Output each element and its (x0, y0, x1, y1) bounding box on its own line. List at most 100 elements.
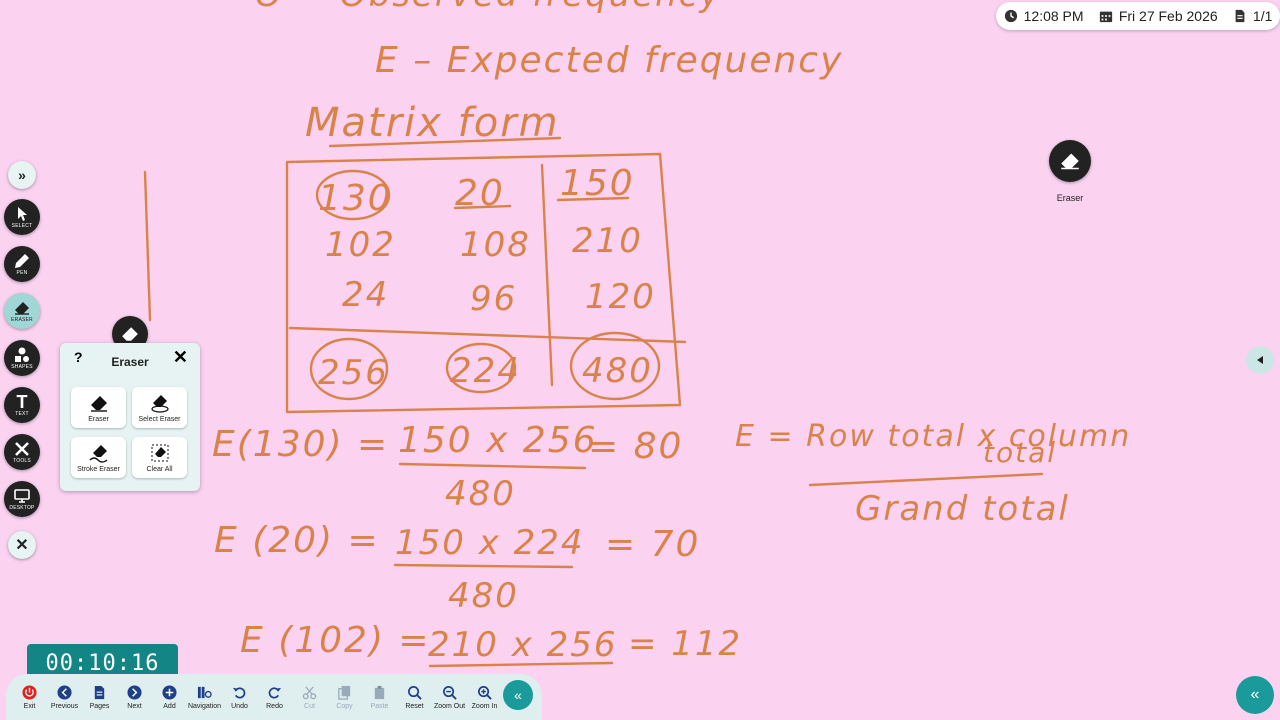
cell-r2c3: 210 (572, 221, 643, 261)
eraser-icon (122, 327, 138, 341)
navigation-label: Navigation (187, 702, 222, 710)
undo-button[interactable]: Undo (222, 685, 257, 710)
tool-select-label: SELECT (11, 222, 33, 229)
clock-icon (1004, 9, 1017, 23)
calc2-result: = 70 (605, 524, 700, 565)
reset-zoom-button[interactable]: Reset (397, 685, 432, 710)
pages-button[interactable]: Pages (82, 685, 117, 710)
right-panel-toggle[interactable] (1246, 346, 1274, 374)
navigation-icon (197, 686, 212, 698)
tool-shapes-label: SHAPES (11, 363, 33, 370)
zoom-in-label: Zoom In (471, 702, 498, 710)
collapse-bottom-toolbar-button[interactable]: « (503, 680, 533, 710)
active-tool-label: Eraser (1056, 193, 1084, 203)
clear-all-icon (151, 444, 168, 461)
paste-label: Paste (370, 702, 389, 710)
tool-text[interactable]: T TEXT (4, 387, 40, 423)
eraser-option-stroke[interactable]: Stroke Eraser (71, 437, 126, 478)
cut-button[interactable]: Cut (292, 685, 327, 710)
formula-numerator-2: total (983, 436, 1057, 469)
total-grand: 480 (582, 351, 653, 391)
redo-icon (268, 686, 282, 698)
previous-label: Previous (50, 702, 79, 710)
line-observed: O = Observed frequency (255, 0, 722, 15)
copy-label: Copy (336, 702, 353, 710)
zoom-in-icon (478, 685, 492, 700)
redo-button[interactable]: Redo (257, 685, 292, 710)
magnifier-reset-icon (408, 685, 422, 700)
eraser-option-clear-all[interactable]: Clear All (132, 437, 187, 478)
stroke-eraser-icon (89, 444, 107, 463)
previous-button[interactable]: Previous (47, 684, 82, 710)
undo-icon (232, 686, 246, 698)
tool-shapes[interactable]: SHAPES (4, 340, 40, 376)
calc2-numerator: 150 x 224 (395, 523, 585, 563)
exit-button[interactable]: Exit (12, 684, 47, 710)
calc3-result: = 112 (628, 624, 742, 664)
paste-button[interactable]: Paste (362, 685, 397, 710)
copy-icon (338, 685, 351, 700)
active-tool-indicator[interactable] (1049, 140, 1091, 182)
calc1-denominator: 480 (445, 474, 516, 514)
navigation-button[interactable]: Navigation (187, 685, 222, 710)
tool-tools-label: TOOLS (13, 457, 31, 464)
redo-label: Redo (266, 702, 283, 710)
tool-pen[interactable]: PEN (4, 246, 40, 282)
arrow-left-circle-icon (57, 684, 72, 700)
arrow-right-circle-icon (127, 684, 142, 700)
next-label: Next (127, 702, 142, 710)
add-page-button[interactable]: Add (152, 684, 187, 710)
calc2-left: E (20) = (214, 520, 380, 561)
calc2-denominator: 480 (448, 576, 519, 616)
pages-segment: 1/1 (1233, 8, 1272, 24)
cell-r2c2: 108 (460, 225, 531, 265)
clock-segment: 12:08 PM (1004, 8, 1084, 24)
zoom-in-button[interactable]: Zoom In (467, 685, 502, 710)
date-segment: Fri 27 Feb 2026 (1099, 8, 1218, 24)
tool-select[interactable]: SELECT (4, 199, 40, 235)
tool-tools[interactable]: TOOLS (4, 434, 40, 470)
add-label: Add (163, 702, 176, 710)
zoom-out-icon (443, 685, 457, 700)
formula-numerator: E = Row total x column (735, 419, 1131, 454)
status-date: Fri 27 Feb 2026 (1118, 8, 1218, 24)
line-expected: E – Expected frequency (375, 40, 843, 81)
tools-icon (15, 441, 29, 456)
eraser-panel: ? Eraser ✕ Eraser Select Eraser Stroke E… (60, 343, 200, 491)
cell-r3c3: 120 (585, 277, 656, 317)
pen-icon (15, 253, 29, 268)
status-bar: 12:08 PM Fri 27 Feb 2026 1/1 (996, 2, 1280, 30)
eraser-option-select[interactable]: Select Eraser (132, 387, 187, 428)
eraser-option-eraser[interactable]: Eraser (71, 387, 126, 428)
reset-label: Reset (405, 702, 424, 710)
close-eraser-panel-button[interactable]: ✕ (173, 347, 188, 368)
status-time: 12:08 PM (1023, 8, 1084, 24)
tool-desktop[interactable]: DESKTOP (4, 481, 40, 517)
tool-eraser[interactable]: ERASER (4, 293, 40, 329)
copy-button[interactable]: Copy (327, 685, 362, 710)
eraser-option-label: Clear All (146, 465, 173, 473)
cursor-icon (18, 206, 27, 221)
double-chevron-right-icon: » (18, 167, 26, 183)
double-chevron-left-icon: « (1250, 686, 1260, 703)
expand-toolbar-button[interactable]: » (8, 161, 36, 189)
tool-eraser-label: ERASER (11, 316, 33, 323)
double-chevron-left-icon: « (514, 687, 522, 703)
shapes-icon (15, 347, 29, 362)
close-toolbar-button[interactable]: ✕ (8, 531, 36, 559)
power-icon (22, 684, 37, 700)
calendar-icon (1099, 11, 1112, 23)
tool-desktop-label: DESKTOP (9, 504, 35, 511)
eraser-icon (1061, 153, 1079, 170)
expand-panel-button[interactable]: « (1236, 676, 1274, 714)
zoom-out-label: Zoom Out (433, 702, 466, 710)
pages-label: Pages (89, 702, 110, 710)
next-button[interactable]: Next (117, 684, 152, 710)
zoom-out-button[interactable]: Zoom Out (432, 685, 467, 710)
calc1-left: E(130) = (212, 424, 389, 465)
eraser-icon (15, 301, 29, 315)
cell-r2c1: 102 (325, 225, 396, 265)
eraser-icon (90, 395, 107, 412)
close-icon: ✕ (15, 537, 29, 554)
calc3-numerator: 210 x 256 (428, 625, 618, 665)
